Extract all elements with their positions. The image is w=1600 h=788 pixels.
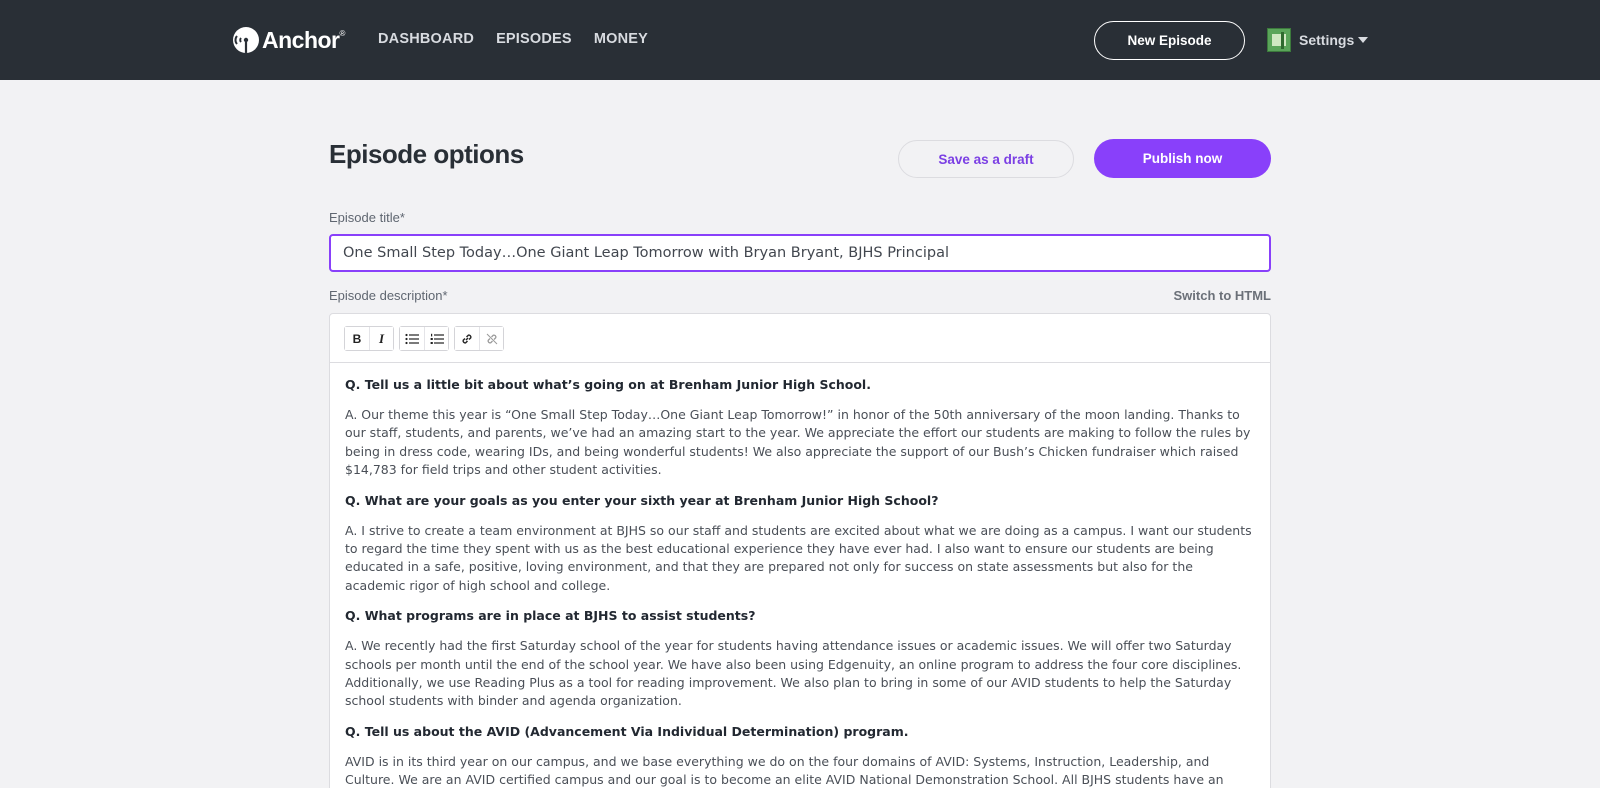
settings-menu[interactable]: Settings	[1267, 28, 1369, 52]
answer-paragraph: A. We recently had the first Saturday sc…	[345, 638, 1242, 709]
question-paragraph: Q. What programs are in place at BJHS to…	[345, 608, 756, 624]
page-title: Episode options	[329, 139, 524, 169]
nav-money-link[interactable]: MONEY	[594, 31, 648, 47]
nav-episodes-link[interactable]: EPISODES	[496, 31, 572, 47]
podcast-avatar	[1267, 28, 1291, 52]
answer-paragraph: AVID is in its third year on our campus,…	[345, 753, 1224, 788]
episode-description-label: Episode description*	[329, 288, 448, 303]
episode-title-input[interactable]	[329, 234, 1271, 272]
description-editor[interactable]: B I Q. Tell us a little bit about what’s…	[329, 313, 1271, 788]
main-nav: DASHBOARD EPISODES MONEY	[378, 31, 648, 47]
switch-to-html-link[interactable]: Switch to HTML	[1171, 288, 1272, 303]
italic-button[interactable]: I	[369, 327, 393, 350]
publish-now-button[interactable]: Publish now	[1094, 139, 1271, 178]
link-group	[454, 326, 504, 351]
editor-toolbar: B I	[330, 314, 1270, 363]
save-draft-button[interactable]: Save as a draft	[898, 140, 1074, 178]
logo-wordmark: Anchor®	[262, 26, 345, 53]
new-episode-button[interactable]: New Episode	[1094, 21, 1245, 60]
unlink-icon[interactable]	[479, 327, 503, 350]
episode-title-label: Episode title*	[329, 210, 405, 225]
answer-paragraph: A. Our theme this year is “One Small Ste…	[345, 407, 1251, 478]
question-paragraph: Q. Tell us a little bit about what’s goi…	[345, 377, 871, 392]
question-paragraph: Q. Tell us about the AVID (Advancement V…	[345, 723, 909, 739]
link-icon[interactable]	[455, 327, 479, 350]
bold-button[interactable]: B	[345, 327, 369, 350]
top-nav: Anchor® DASHBOARD EPISODES MONEY New Epi…	[0, 0, 1600, 80]
caret-down-icon	[1358, 37, 1369, 43]
anchor-logo-icon	[233, 27, 259, 53]
bullet-list-icon[interactable]	[400, 327, 424, 350]
nav-dashboard-link[interactable]: DASHBOARD	[378, 31, 474, 47]
numbered-list-icon[interactable]	[424, 327, 448, 350]
answer-paragraph: A. I strive to create a team environment…	[345, 522, 1252, 593]
question-paragraph: Q. What are your goals as you enter your…	[345, 492, 939, 508]
settings-label: Settings	[1299, 32, 1355, 48]
anchor-logo[interactable]: Anchor®	[233, 26, 345, 54]
format-group: B I	[344, 326, 394, 351]
editor-content[interactable]: Q. Tell us a little bit about what’s goi…	[330, 363, 1270, 788]
list-group	[399, 326, 449, 351]
